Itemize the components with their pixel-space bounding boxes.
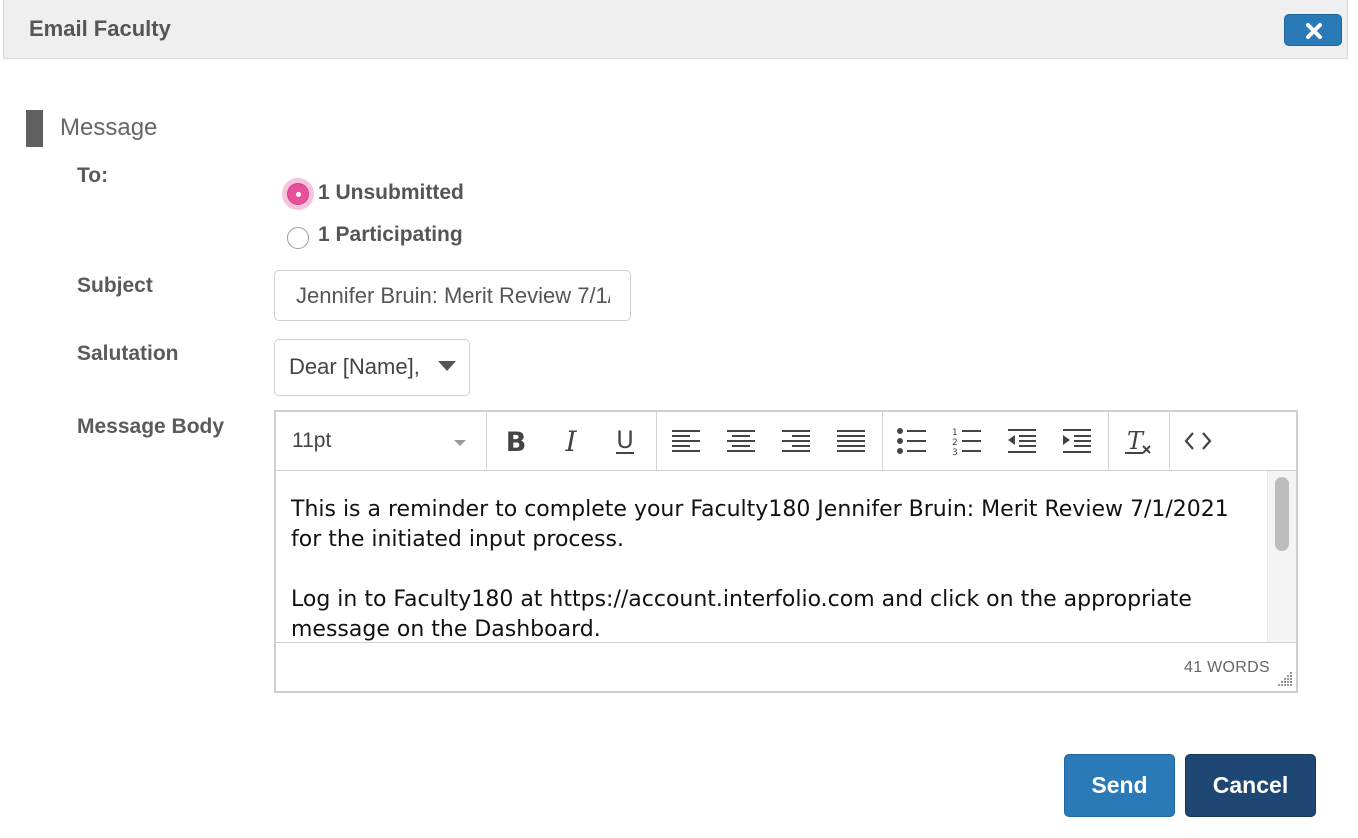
font-size-select[interactable]: 11pt bbox=[276, 412, 487, 470]
salutation-select[interactable]: Dear [Name], bbox=[274, 339, 470, 396]
align-left-icon[interactable] bbox=[669, 424, 703, 458]
align-center-icon[interactable] bbox=[724, 424, 758, 458]
svg-text:U: U bbox=[616, 426, 634, 454]
salutation-value: Dear [Name], bbox=[289, 354, 420, 379]
dialog-title: Email Faculty bbox=[29, 16, 171, 41]
editor-scrollbar[interactable] bbox=[1267, 471, 1296, 642]
message-paragraph: This is a reminder to complete your Facu… bbox=[291, 497, 1229, 552]
svg-text:1: 1 bbox=[952, 428, 958, 438]
section-title: Message bbox=[60, 114, 158, 141]
editor-statusbar: 41 WORDS bbox=[276, 642, 1296, 691]
source-code-icon[interactable] bbox=[1181, 424, 1215, 458]
to-label: To: bbox=[77, 164, 109, 187]
cancel-button[interactable]: Cancel bbox=[1185, 754, 1316, 817]
editor-toolbar: 11pt B I U 1 2 3 T bbox=[276, 412, 1296, 471]
numbered-list-icon[interactable]: 123 bbox=[950, 424, 984, 458]
message-body-label: Message Body bbox=[77, 415, 225, 438]
clear-formatting-icon[interactable]: T bbox=[1121, 424, 1155, 458]
radio-button-unchecked[interactable] bbox=[287, 227, 309, 249]
message-text[interactable]: This is a reminder to complete your Facu… bbox=[291, 495, 1251, 642]
bold-icon[interactable]: B bbox=[499, 424, 533, 458]
list-group: 123 bbox=[882, 412, 1109, 470]
svg-text:2: 2 bbox=[952, 438, 958, 448]
word-count: 41 WORDS bbox=[1184, 659, 1270, 676]
radio-button-checked[interactable] bbox=[287, 183, 309, 205]
scrollbar-thumb[interactable] bbox=[1275, 477, 1289, 551]
align-justify-icon[interactable] bbox=[834, 424, 868, 458]
radio-label-participating: 1 Participating bbox=[318, 223, 463, 246]
code-group bbox=[1169, 412, 1229, 470]
svg-text:T: T bbox=[1127, 427, 1145, 455]
font-size-value: 11pt bbox=[292, 429, 332, 452]
svg-text:B: B bbox=[506, 427, 527, 458]
section-marker bbox=[26, 110, 43, 147]
subject-label: Subject bbox=[77, 274, 153, 297]
italic-icon[interactable]: I bbox=[554, 424, 588, 458]
format-group: B I U bbox=[486, 412, 657, 470]
chevron-down-icon bbox=[438, 361, 456, 371]
chevron-down-icon bbox=[454, 440, 466, 446]
resize-handle-icon[interactable] bbox=[1277, 671, 1293, 687]
outdent-icon[interactable] bbox=[1005, 424, 1039, 458]
send-button[interactable]: Send bbox=[1064, 754, 1175, 817]
radio-label-unsubmitted: 1 Unsubmitted bbox=[318, 181, 464, 204]
salutation-label: Salutation bbox=[77, 342, 179, 365]
message-paragraph: Log in to Faculty180 at https://account.… bbox=[291, 587, 1192, 642]
svg-text:I: I bbox=[564, 425, 577, 458]
subject-input[interactable] bbox=[274, 270, 631, 321]
svg-text:3: 3 bbox=[952, 448, 958, 458]
close-icon bbox=[1306, 23, 1322, 39]
clear-group: T bbox=[1108, 412, 1170, 470]
align-right-icon[interactable] bbox=[779, 424, 813, 458]
underline-icon[interactable]: U bbox=[608, 424, 642, 458]
editor-content[interactable]: This is a reminder to complete your Facu… bbox=[276, 471, 1296, 643]
dialog-header: Email Faculty bbox=[3, 0, 1348, 59]
close-button[interactable] bbox=[1284, 14, 1342, 46]
align-group bbox=[656, 412, 883, 470]
rich-text-editor: 11pt B I U 1 2 3 T This is a reminder to… bbox=[274, 410, 1298, 693]
bullet-list-icon[interactable] bbox=[895, 424, 929, 458]
indent-icon[interactable] bbox=[1060, 424, 1094, 458]
